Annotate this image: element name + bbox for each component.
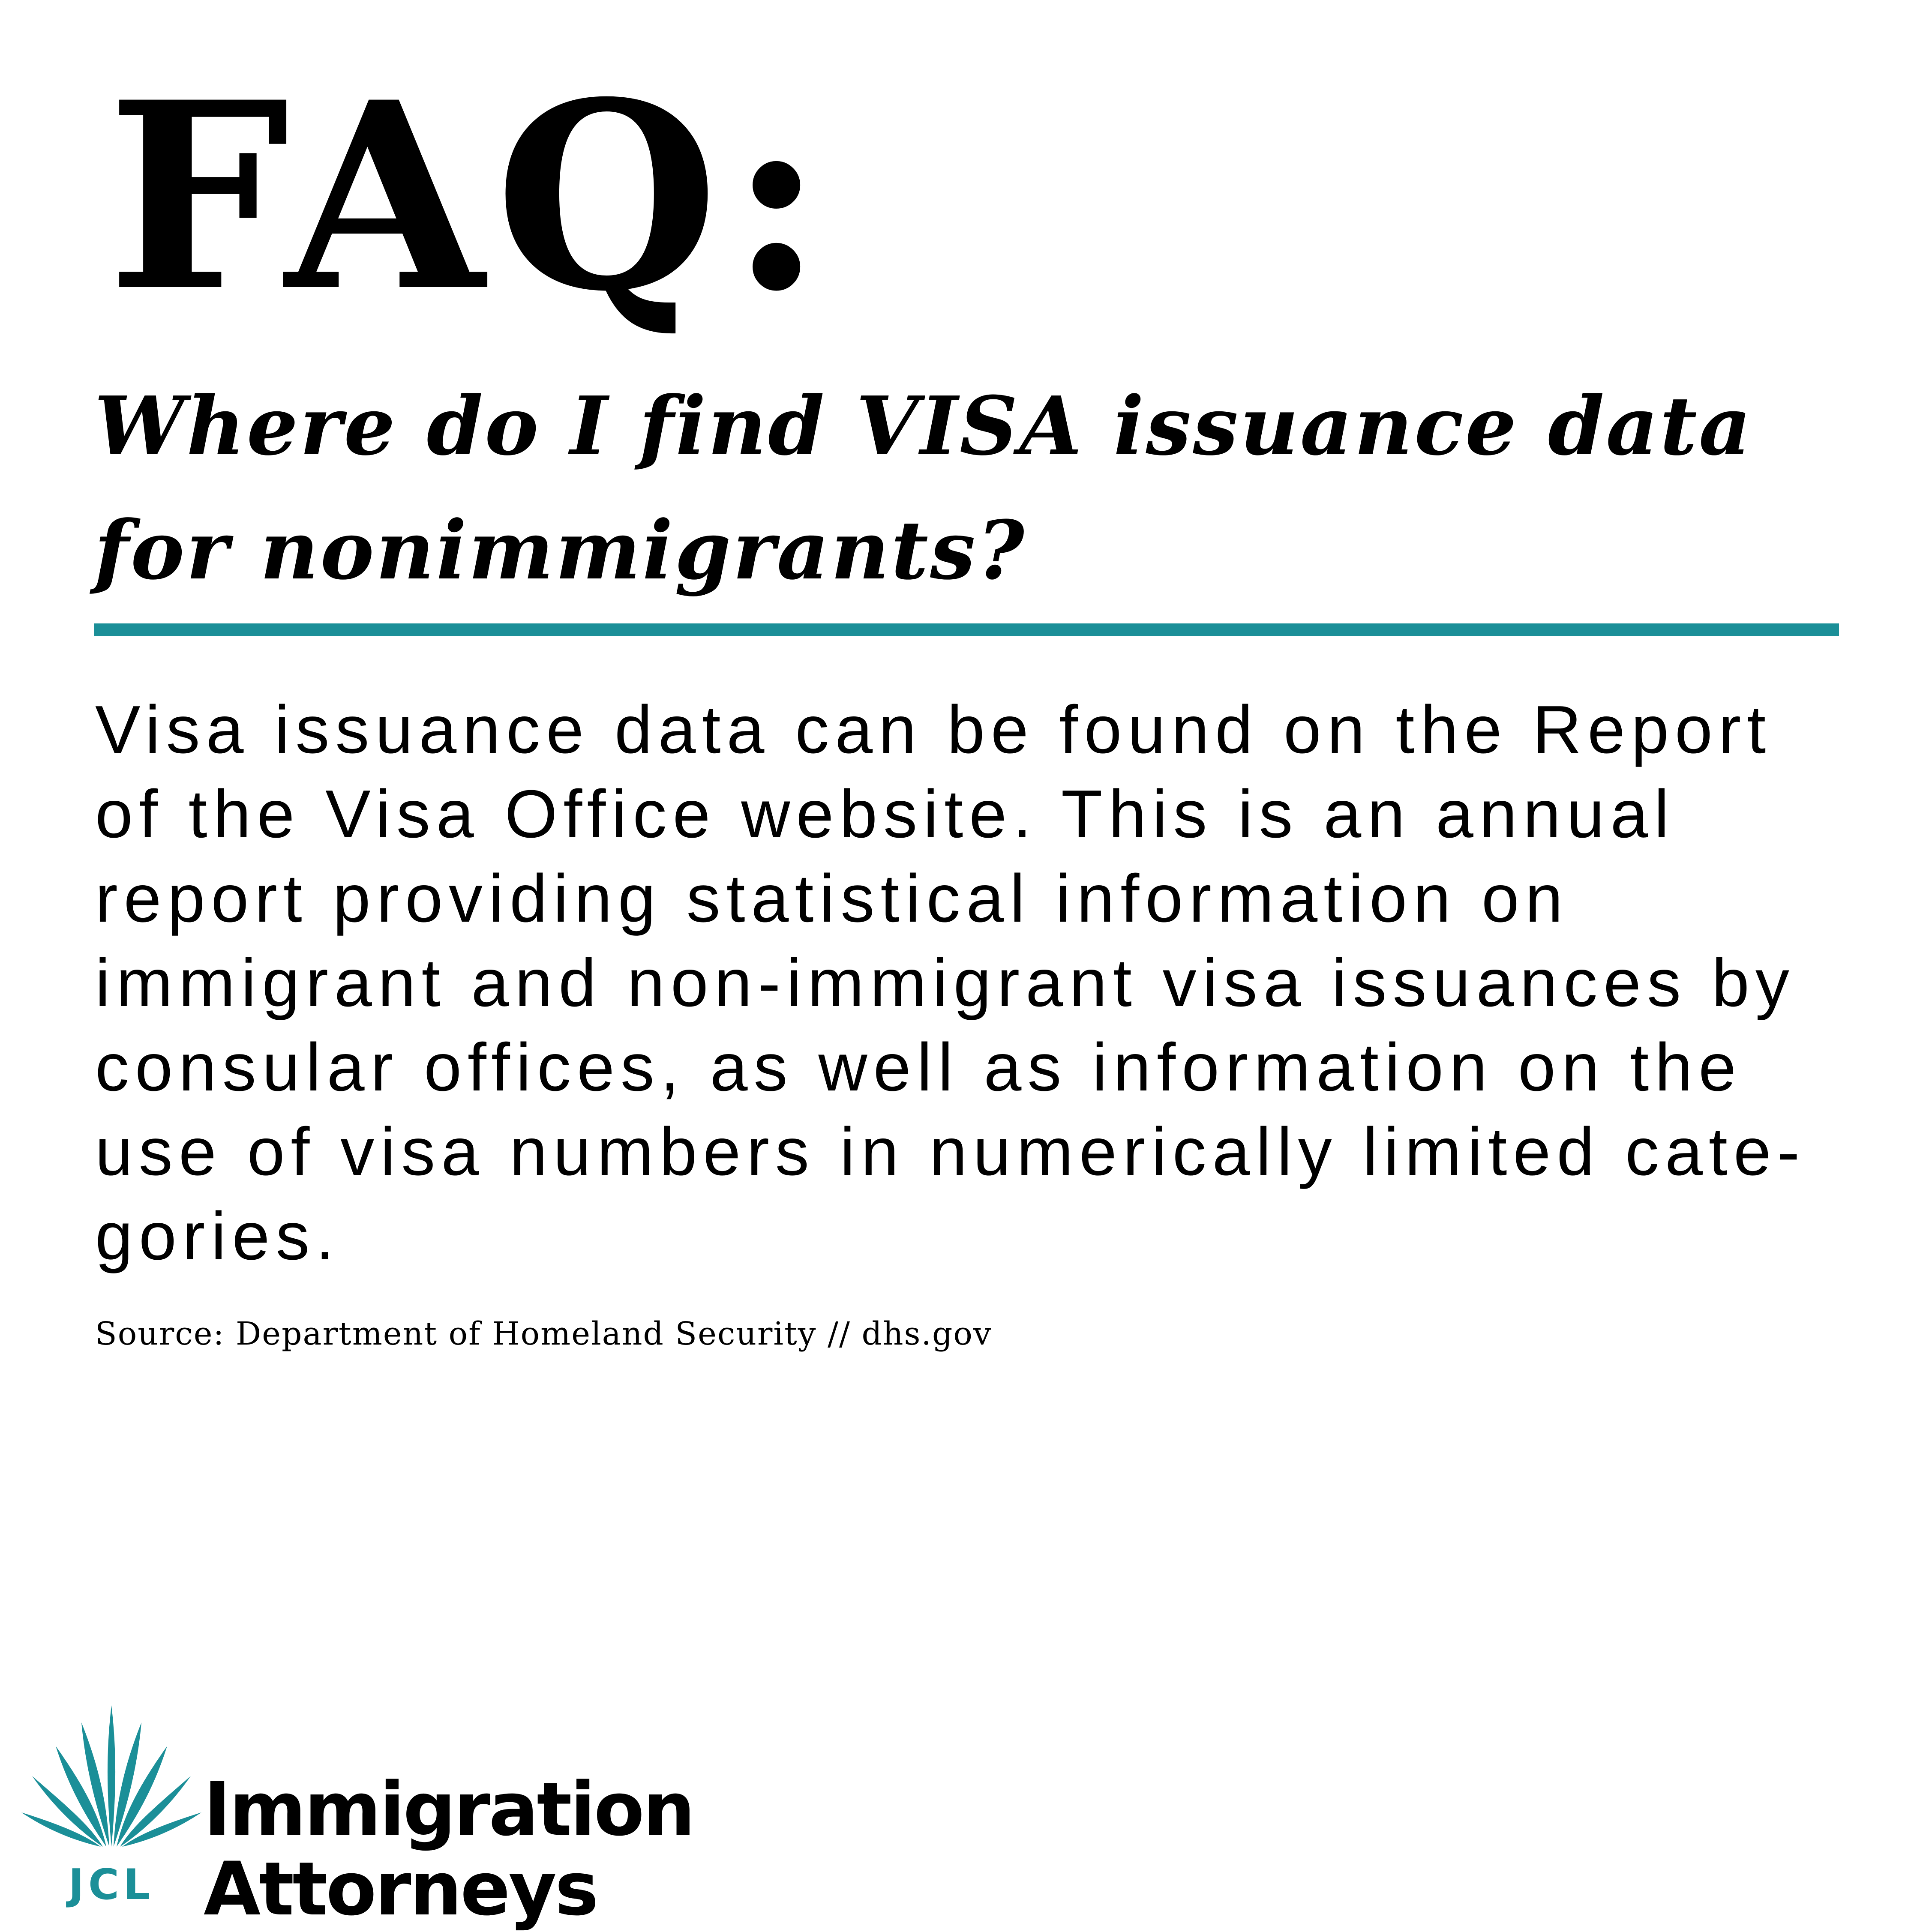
- logo-mark: JCL: [21, 1705, 201, 1928]
- source-citation: Source: Department of Homeland Security …: [95, 1315, 992, 1352]
- question-line: Where do I find VISA issuance data: [94, 379, 1753, 473]
- logo-wordmark: Immigration Attorneys: [204, 1766, 695, 1932]
- agave-leaves-icon: [21, 1705, 201, 1847]
- answer-line: use of visa numbers in numerically limit…: [95, 1114, 1806, 1189]
- logo-name-line-1: Immigration: [204, 1766, 695, 1852]
- answer-text: Visa issuance data can be found on the R…: [95, 688, 1852, 1279]
- faq-heading: FAQ:: [107, 46, 834, 348]
- answer-line: gories.: [95, 1198, 341, 1274]
- answer-line: immigrant and non-immigrant visa issuanc…: [95, 945, 1795, 1021]
- answer-line: of the Visa Office website. This is an a…: [95, 776, 1675, 852]
- accent-divider: [94, 623, 1839, 636]
- question-line: for nonimmigrants?: [94, 503, 1026, 598]
- answer-line: consular offices, as well as information…: [95, 1030, 1743, 1105]
- faq-card: FAQ: Where do I find VISA issuance data …: [0, 0, 1929, 1929]
- logo-name-line-2: Attorneys: [204, 1846, 599, 1932]
- answer-line: report providing statistical information…: [95, 861, 1569, 936]
- firm-logo: JCL Immigration Attorneys: [21, 1705, 707, 1932]
- question: Where do I find VISA issuance data for n…: [94, 364, 1894, 613]
- logo-initials: JCL: [68, 1860, 155, 1909]
- answer-line: Visa issuance data can be found on the R…: [95, 692, 1772, 767]
